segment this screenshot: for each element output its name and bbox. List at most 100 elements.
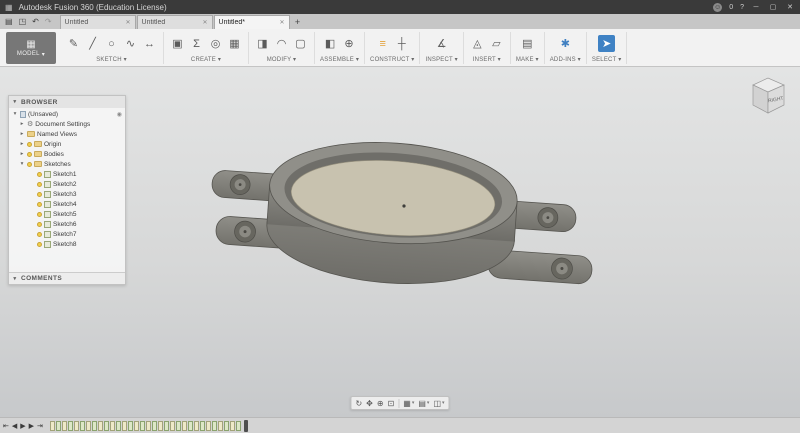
sketch-spline-icon[interactable]: ∿	[122, 35, 139, 52]
tab-close-icon[interactable]: ✕	[280, 19, 285, 26]
timeline-feature-sketch[interactable]	[127, 420, 133, 431]
timeline-feature-sketch[interactable]	[229, 420, 235, 431]
toolbar-group-label[interactable]: INSPECT ▾	[425, 55, 457, 64]
expand-arrow-icon[interactable]: ▸	[19, 121, 25, 127]
maximize-button[interactable]: ▢	[768, 3, 778, 11]
undo-icon[interactable]: ↶	[32, 17, 39, 26]
browser-item-sketch4[interactable]: Sketch4	[9, 199, 125, 209]
save-icon[interactable]: ◳	[19, 17, 27, 26]
press-pull-icon[interactable]: ◨	[254, 35, 271, 52]
timeline-feature-sketch[interactable]	[109, 420, 115, 431]
timeline-feature-sketch[interactable]	[223, 420, 229, 431]
timeline-feature-sketch[interactable]	[181, 420, 187, 431]
orbit-icon[interactable]: ↻	[355, 399, 362, 408]
timeline-feature-sketch[interactable]	[235, 420, 241, 431]
timeline-feature-sketch[interactable]	[139, 420, 145, 431]
file-menu-icon[interactable]: ▤	[5, 17, 13, 26]
toolbar-group-label[interactable]: MODIFY ▾	[267, 55, 297, 64]
sketch-circle-icon[interactable]: ○	[103, 35, 120, 52]
timeline-feature-sketch[interactable]	[79, 420, 85, 431]
visibility-bulb-icon[interactable]	[37, 171, 42, 177]
viewport-canvas[interactable]: RIGHT ▾ BROWSER ▾ (Unsaved) ◉ ▸ ⚙ Document Se…	[0, 67, 800, 417]
toolbar-group-label[interactable]: CONSTRUCT ▾	[370, 55, 414, 64]
create-form-icon[interactable]: Σ	[188, 35, 205, 52]
browser-item-sketch5[interactable]: Sketch5	[9, 209, 125, 219]
visibility-bulb-icon[interactable]	[37, 191, 42, 197]
activate-radio-icon[interactable]: ◉	[117, 111, 122, 118]
timeline-feature-sketch[interactable]	[217, 420, 223, 431]
pattern-icon[interactable]: ▦	[226, 35, 243, 52]
pan-icon[interactable]: ✥	[366, 399, 373, 408]
document-tab[interactable]: Untitled ✕	[59, 15, 136, 29]
workspace-selector[interactable]: ▦ MODEL ▾	[6, 32, 56, 64]
timeline-feature-sketch[interactable]	[193, 420, 199, 431]
visibility-bulb-icon[interactable]	[37, 181, 42, 187]
view-cube[interactable]: RIGHT	[744, 72, 792, 120]
decal-icon[interactable]: ▱	[488, 35, 505, 52]
timeline-feature-sketch[interactable]	[211, 420, 217, 431]
new-tab-button[interactable]: +	[291, 15, 305, 29]
toolbar-group-label[interactable]: SKETCH ▾	[96, 55, 127, 64]
case-body[interactable]	[263, 135, 520, 292]
timeline-feature-sketch[interactable]	[97, 420, 103, 431]
visibility-bulb-icon[interactable]	[27, 151, 32, 157]
browser-item-sketches[interactable]: ▾ Sketches	[9, 159, 125, 169]
tab-close-icon[interactable]: ✕	[126, 19, 131, 26]
timeline-feature-sketch[interactable]	[67, 420, 73, 431]
timeline-feature-sketch[interactable]	[163, 420, 169, 431]
toolbar-group-label[interactable]: INSERT ▾	[473, 55, 501, 64]
visibility-bulb-icon[interactable]	[37, 201, 42, 207]
sketch-line-icon[interactable]: ╱	[84, 35, 101, 52]
browser-collapse-icon[interactable]: ▾	[12, 99, 18, 105]
sketch-dimension-icon[interactable]: ↔	[141, 35, 158, 52]
notification-badge[interactable]: 0	[729, 4, 733, 11]
toolbar-group-label[interactable]: ASSEMBLE ▾	[320, 55, 359, 64]
select-cursor-icon[interactable]: ➤	[598, 35, 616, 52]
timeline-feature-sketch[interactable]	[151, 420, 157, 431]
timeline-feature-sketch[interactable]	[115, 420, 121, 431]
step-forward-icon[interactable]: ▶	[29, 422, 34, 430]
comments-section[interactable]: ▾ COMMENTS	[9, 272, 125, 284]
toolbar-group-label[interactable]: CREATE ▾	[191, 55, 221, 64]
timeline-feature-sketch[interactable]	[103, 420, 109, 431]
scripts-addins-icon[interactable]: ✱	[557, 35, 574, 52]
timeline-feature-sketch[interactable]	[187, 420, 193, 431]
expand-arrow-icon[interactable]: ▸	[19, 151, 25, 157]
browser-header[interactable]: ▾ BROWSER	[9, 96, 125, 108]
browser-item-sketch3[interactable]: Sketch3	[9, 189, 125, 199]
timeline-feature-sketch[interactable]	[49, 420, 55, 431]
display-settings-icon[interactable]: ▦ ▾	[403, 399, 414, 408]
browser-item-bodies[interactable]: ▸ Bodies	[9, 149, 125, 159]
expand-arrow-icon[interactable]: ▸	[19, 131, 25, 137]
zoom-icon[interactable]: ⊕	[377, 399, 384, 408]
timeline-feature-sketch[interactable]	[145, 420, 151, 431]
offset-plane-icon[interactable]: ≡	[374, 35, 391, 52]
browser-item-sketch7[interactable]: Sketch7	[9, 229, 125, 239]
timeline-feature-sketch[interactable]	[133, 420, 139, 431]
extrude-icon[interactable]: ▣	[169, 35, 186, 52]
joint-icon[interactable]: ⊕	[341, 35, 358, 52]
timeline-features-track[interactable]	[49, 419, 248, 432]
browser-item-origin[interactable]: ▸ Origin	[9, 139, 125, 149]
timeline-feature-sketch[interactable]	[85, 420, 91, 431]
revolve-icon[interactable]: ◎	[207, 35, 224, 52]
close-button[interactable]: ✕	[785, 3, 795, 11]
expand-arrow-icon[interactable]: ▾	[19, 161, 25, 167]
toolbar-group-label[interactable]: ADD-INS ▾	[550, 55, 581, 64]
play-icon[interactable]: ▶	[20, 422, 25, 430]
toolbar-group-label[interactable]: SELECT ▾	[592, 55, 622, 64]
redo-icon[interactable]: ↷	[45, 17, 52, 26]
tab-close-icon[interactable]: ✕	[203, 19, 208, 26]
go-to-start-icon[interactable]: ⇤	[3, 422, 9, 430]
timeline-feature-sketch[interactable]	[73, 420, 79, 431]
user-avatar-icon[interactable]: ☺	[713, 2, 723, 12]
comments-collapse-icon[interactable]: ▾	[12, 276, 18, 282]
new-component-icon[interactable]: ◧	[322, 35, 339, 52]
fillet-icon[interactable]: ◠	[273, 35, 290, 52]
timeline-feature-sketch[interactable]	[61, 420, 67, 431]
browser-item-namedviews[interactable]: ▸ Named Views	[9, 129, 125, 139]
browser-item-sketch2[interactable]: Sketch2	[9, 179, 125, 189]
timeline-feature-sketch[interactable]	[175, 420, 181, 431]
document-tab[interactable]: Untitled* ✕	[213, 15, 290, 29]
timeline-feature-sketch[interactable]	[169, 420, 175, 431]
